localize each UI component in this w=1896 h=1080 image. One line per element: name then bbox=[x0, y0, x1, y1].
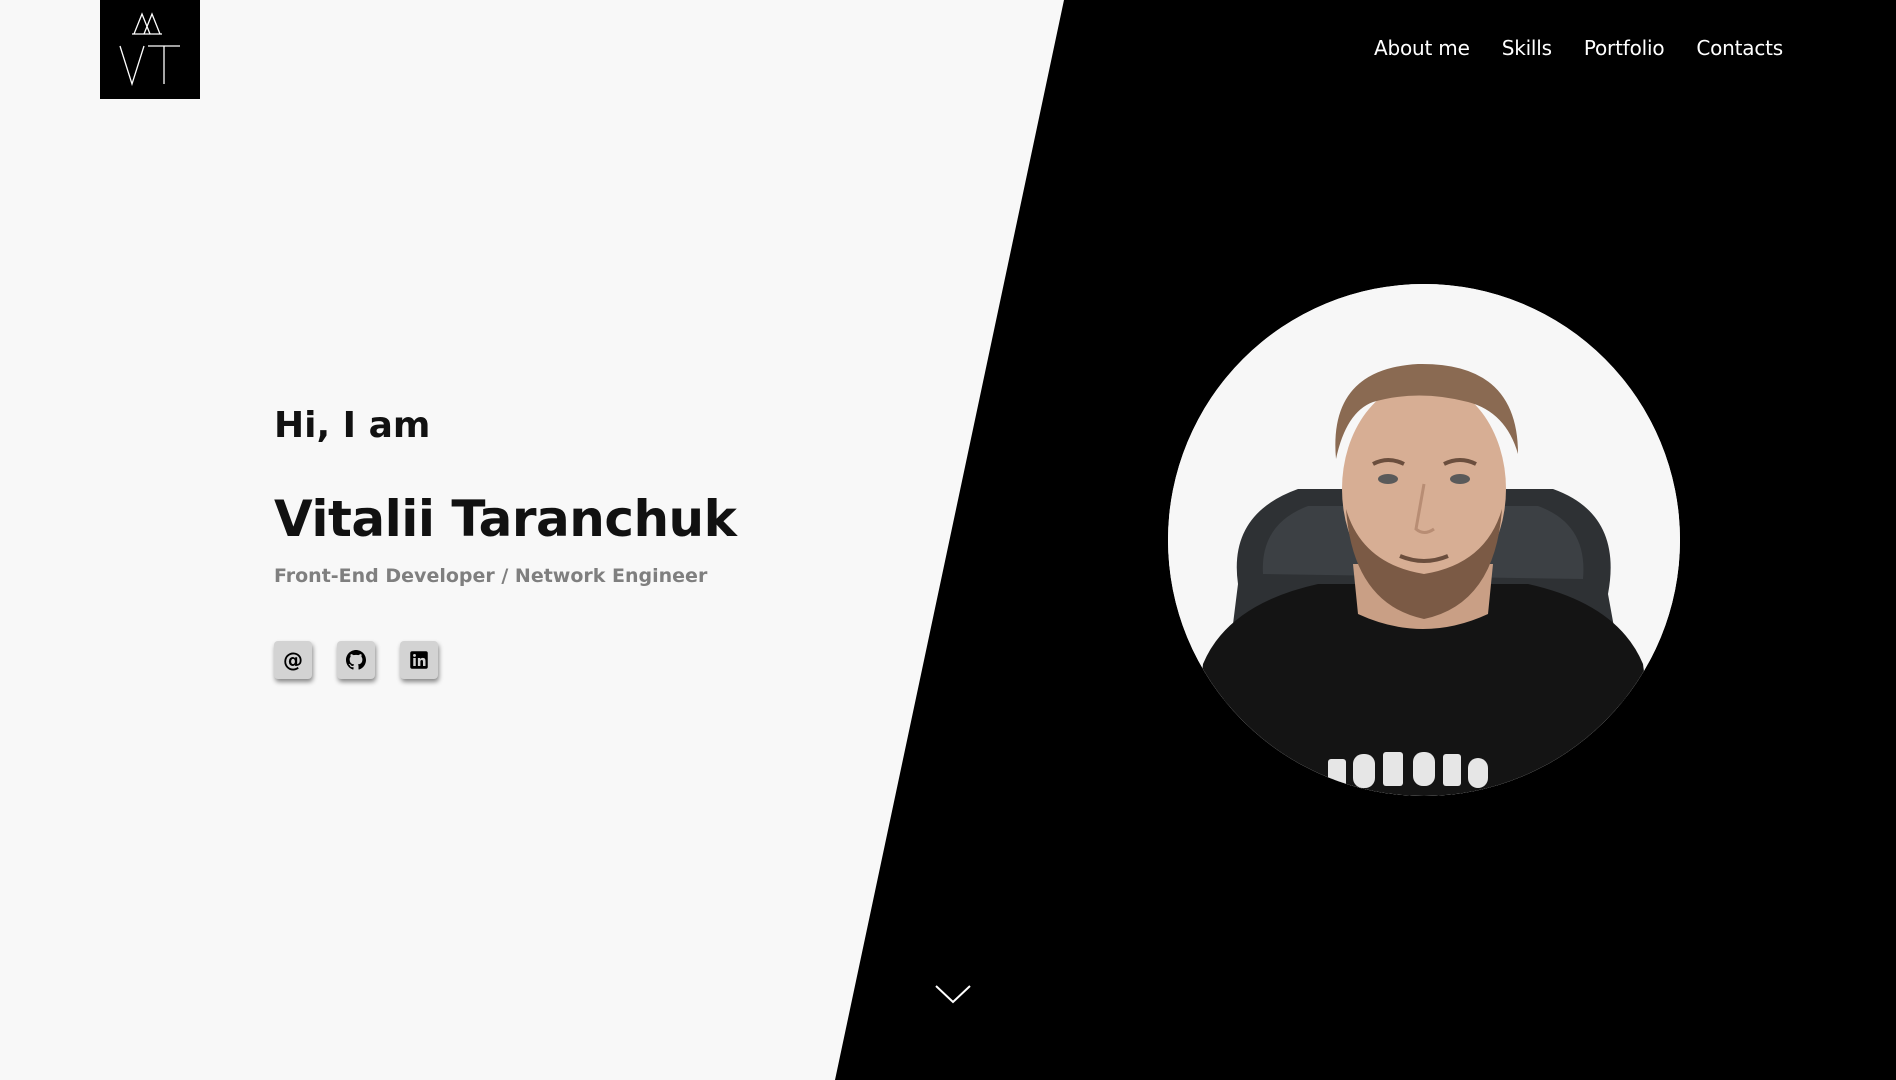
scroll-down-button[interactable] bbox=[934, 982, 972, 1006]
nav-link-about[interactable]: About me bbox=[1374, 36, 1470, 60]
site-logo[interactable] bbox=[100, 0, 200, 99]
linkedin-icon bbox=[410, 651, 428, 669]
nav-link-skills[interactable]: Skills bbox=[1502, 36, 1552, 60]
main-nav: About me Skills Portfolio Contacts bbox=[1374, 36, 1783, 60]
hero-name: Vitalii Taranchuk bbox=[274, 490, 737, 548]
chevron-down-icon bbox=[935, 985, 971, 1004]
linkedin-button[interactable] bbox=[400, 641, 438, 679]
profile-photo-illustration bbox=[1168, 284, 1680, 796]
email-at-icon: @ bbox=[283, 648, 303, 672]
nav-link-portfolio[interactable]: Portfolio bbox=[1584, 36, 1665, 60]
vt-monogram-logo-icon bbox=[119, 12, 180, 87]
email-button[interactable]: @ bbox=[274, 641, 312, 679]
nav-link-contacts[interactable]: Contacts bbox=[1696, 36, 1783, 60]
profile-photo bbox=[1168, 284, 1680, 796]
social-links: @ bbox=[274, 641, 438, 679]
github-button[interactable] bbox=[337, 641, 375, 679]
hero-greeting: Hi, I am bbox=[274, 405, 431, 446]
hero-role: Front-End Developer / Network Engineer bbox=[274, 565, 708, 587]
github-icon bbox=[346, 650, 366, 670]
